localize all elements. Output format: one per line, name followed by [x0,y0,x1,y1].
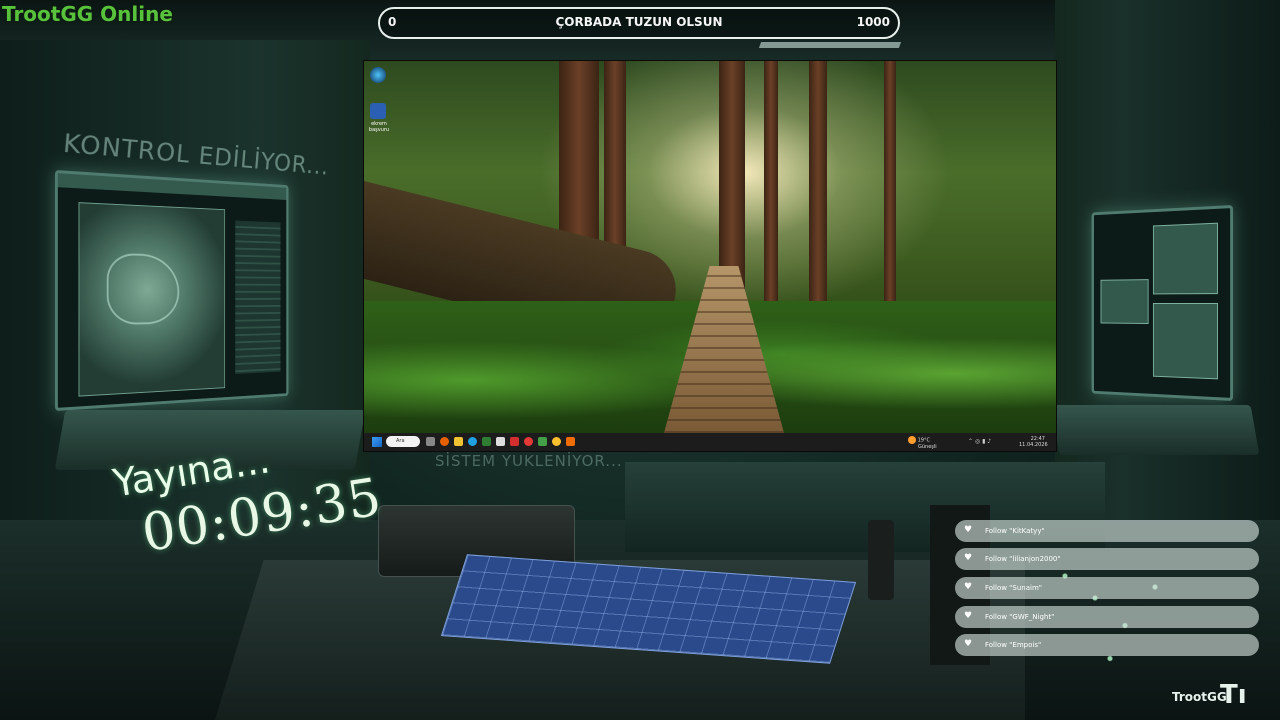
chrome-icon[interactable] [524,437,533,446]
desktop-capture: ekrem başvuru Ara 19°C Güneşli ⌃ ◎ ▮ ♪ 2… [363,60,1057,452]
follow-alert: ♥ Follow "lilianjon2000" [955,548,1259,570]
desktop-icon-label: ekrem başvuru [368,121,390,133]
follow-alert: ♥ Follow "Sunaim" [955,577,1259,599]
forest-wallpaper: ekrem başvuru [364,61,1056,433]
goal-title: ÇORBADA TUZUN OLSUN [555,15,723,29]
heart-icon: ♥ [964,582,973,592]
app-orange-icon[interactable] [566,437,575,446]
app-red-icon[interactable] [510,437,519,446]
app-green-icon[interactable] [538,437,547,446]
radio [868,520,894,600]
edge-icon[interactable] [370,67,386,83]
follow-text: Follow "GWF_Night" [985,613,1055,621]
calendar-icon[interactable] [496,437,505,446]
chrome-alt-icon[interactable] [552,437,561,446]
follow-alert: ♥ Follow "Empois" [955,634,1259,656]
follow-text: Follow "Sunaim" [985,584,1042,592]
sun-icon [908,436,916,444]
corner-logo: TrootGG Tı [1172,680,1247,710]
follow-alert: ♥ Follow "GWF_Night" [955,606,1259,628]
right-console [1050,405,1260,455]
goal-bar: 0 ÇORBADA TUZUN OLSUN 1000 [378,7,900,39]
heart-icon: ♥ [964,611,973,621]
taskbar-clock[interactable]: 22:47 11.04.2026 [1019,436,1048,448]
heart-icon: ♥ [964,553,973,563]
map-display [78,202,226,397]
monitor-panel [1152,222,1218,295]
left-monitor-map [55,170,289,411]
taskbar: Ara 19°C Güneşli ⌃ ◎ ▮ ♪ 22:47 11.04.202… [364,433,1056,451]
corner-logo-big: Tı [1220,680,1247,710]
word-document-icon[interactable] [370,103,386,119]
follow-text: Follow "lilianjon2000" [985,555,1061,563]
follow-text: Follow "KitKatyy" [985,527,1045,535]
weather-desc: Güneşli [918,444,937,450]
wall-text-sistem: SİSTEM YUKLENİYOR... [435,452,623,470]
monitor-panel [1152,303,1218,380]
taskbar-search[interactable]: Ara [386,436,420,447]
right-monitor [1091,205,1233,401]
store-icon[interactable] [482,437,491,446]
heart-icon: ♥ [964,525,973,535]
firefox-icon[interactable] [440,437,449,446]
corner-logo-small: TrootGG [1172,690,1227,704]
tray-icons[interactable]: ⌃ ◎ ▮ ♪ [968,438,991,445]
weather-widget[interactable]: 19°C Güneşli [908,436,937,450]
follow-text: Follow "Empois" [985,641,1042,649]
edge-taskbar-icon[interactable] [468,437,477,446]
clock-date: 11.04.2026 [1019,442,1048,448]
weather-temp: 19°C [917,437,930,444]
task-view-icon[interactable] [426,437,435,446]
heart-icon: ♥ [964,639,973,649]
brand-title: TrootGG Online [2,2,173,26]
ceiling-light [758,42,902,48]
start-icon[interactable] [372,437,382,447]
monitor-panel [1100,279,1149,324]
follow-alert: ♥ Follow "KitKatyy" [955,520,1259,542]
goal-max: 1000 [856,15,890,29]
monitor-sidepanel [235,220,281,374]
folder-icon[interactable] [454,437,463,446]
